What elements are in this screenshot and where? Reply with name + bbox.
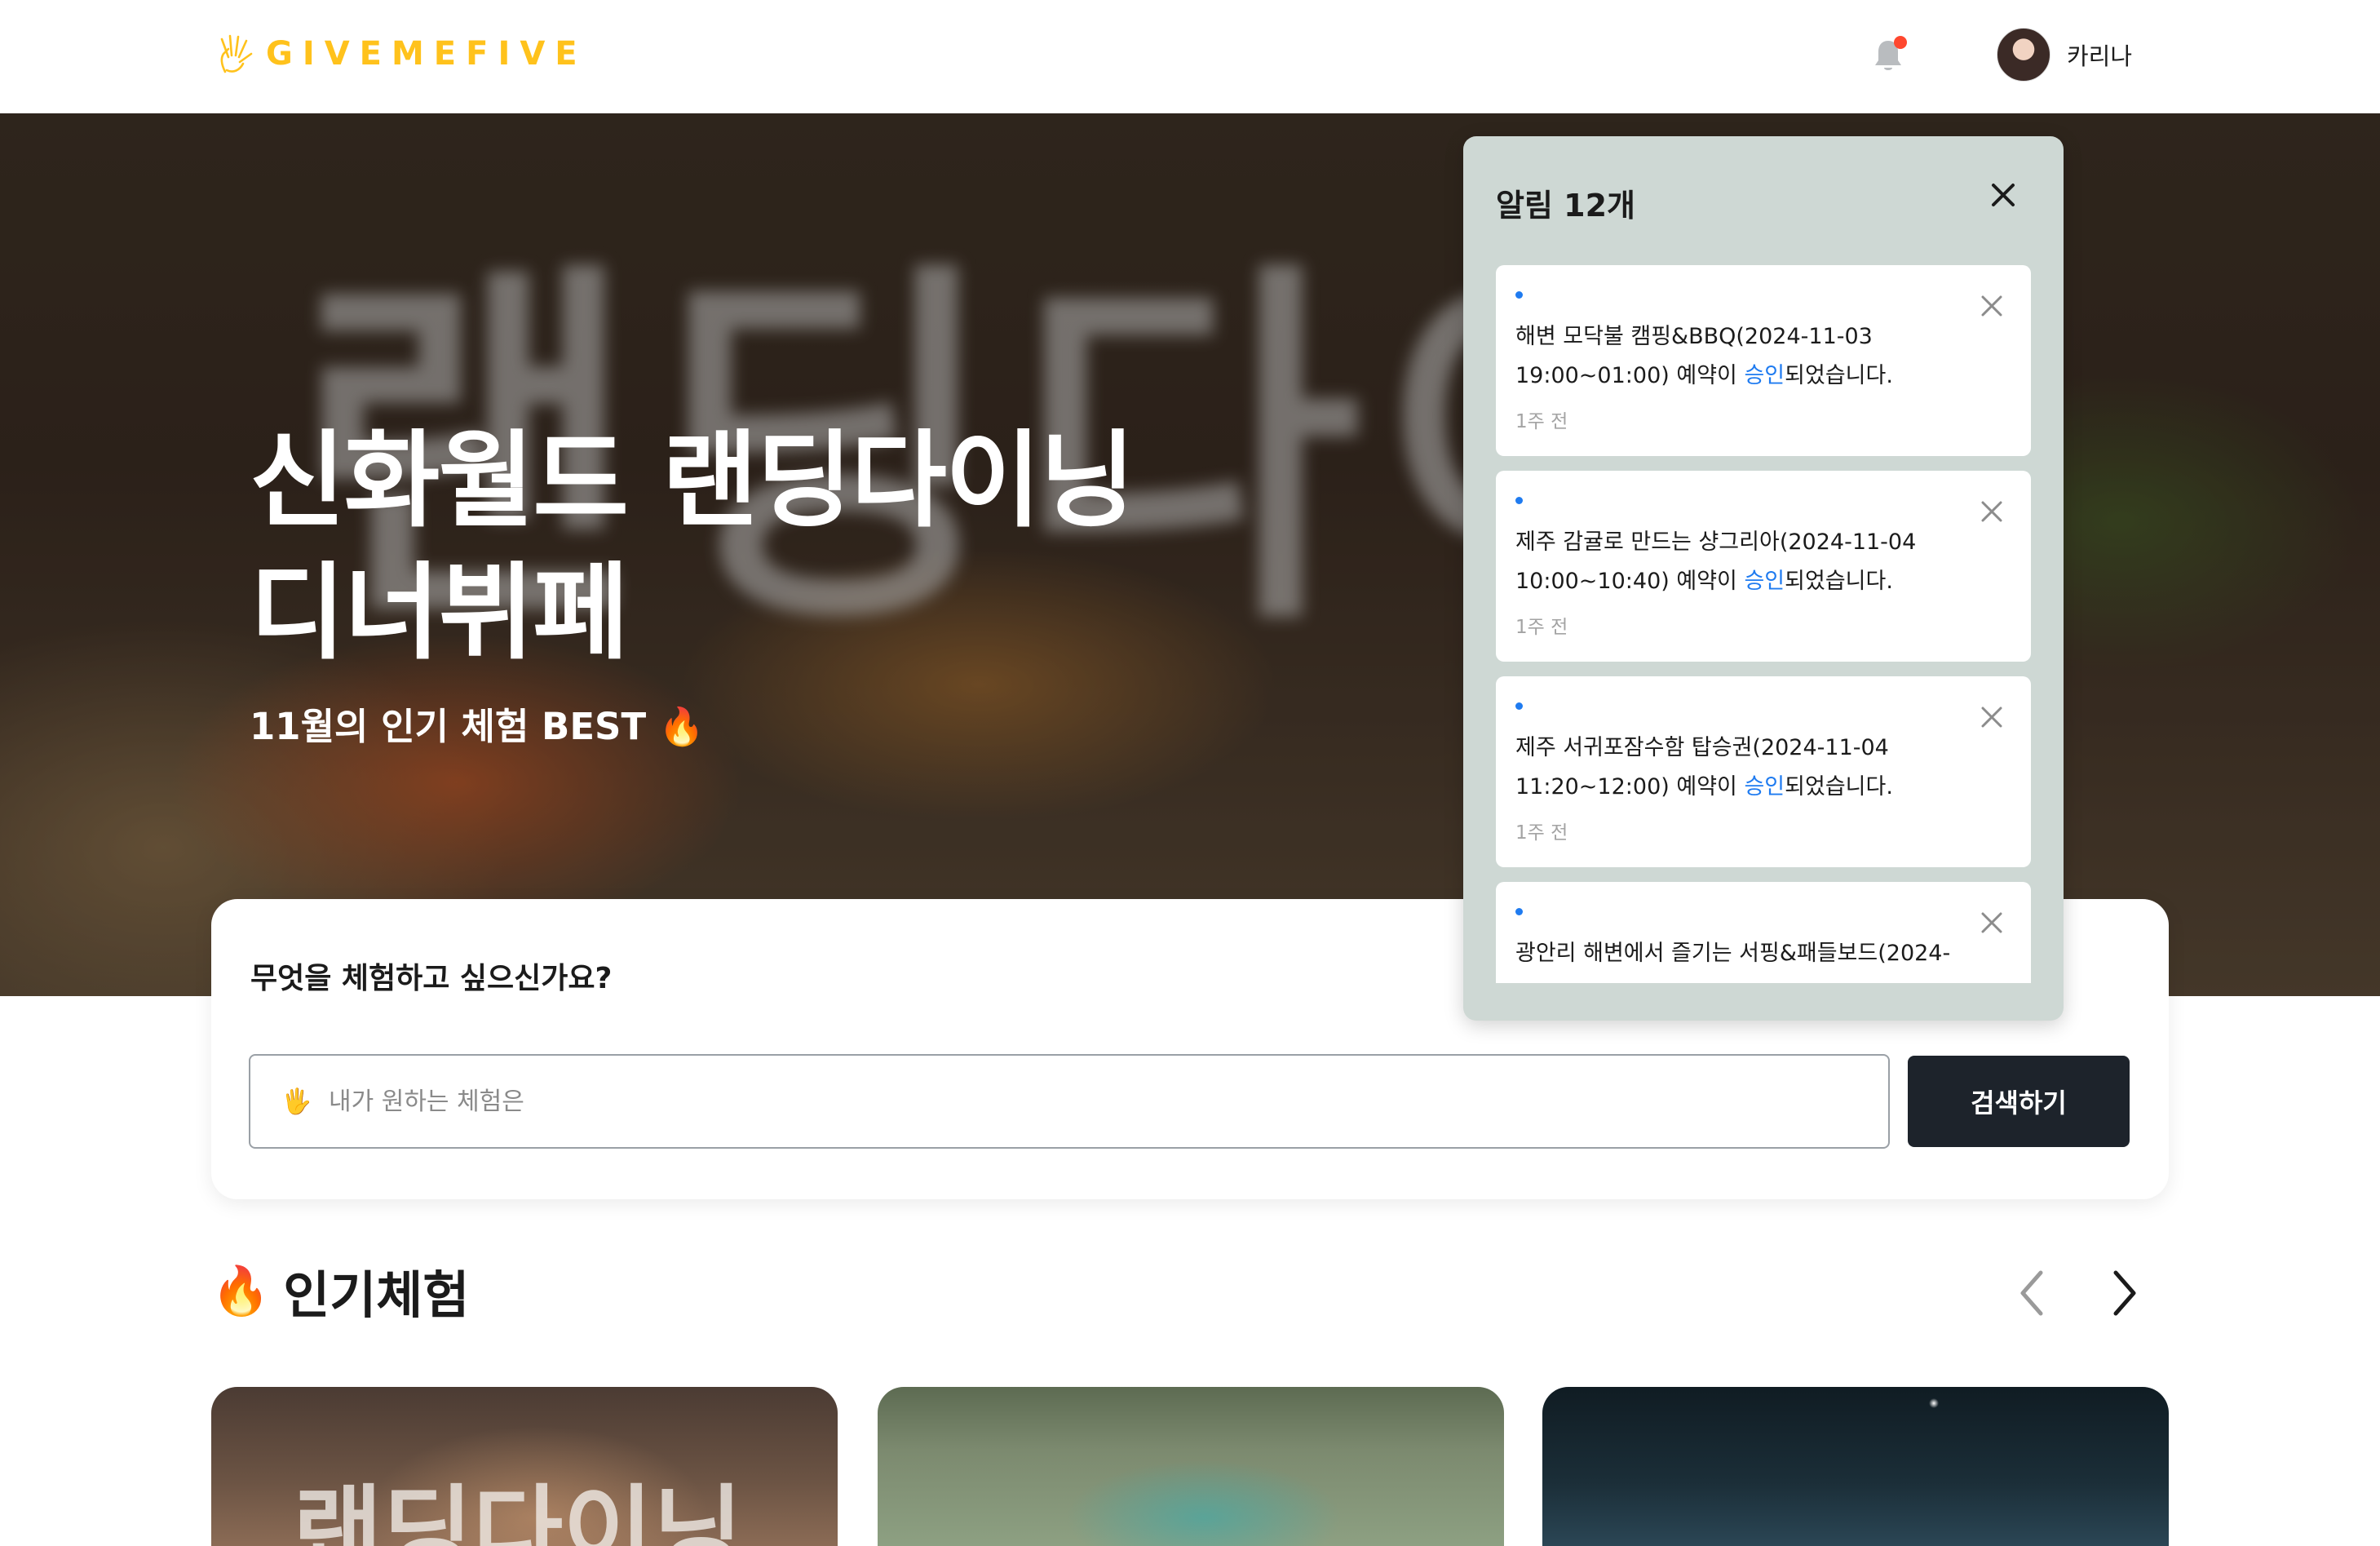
search-input[interactable]: [329, 1087, 1797, 1116]
hand-logo-icon: [220, 34, 253, 73]
user-menu[interactable]: 카리나: [1997, 28, 2132, 82]
close-icon: [1992, 184, 2015, 206]
search-button[interactable]: 검색하기: [1908, 1056, 2130, 1147]
notification-text: 제주 감귤로 만드는 샹그리아(2024-11-04: [1515, 529, 1917, 555]
notification-text: 되었습니다.: [1785, 569, 1893, 594]
notification-panel-close-button[interactable]: [1985, 177, 2021, 213]
notification-message: 제주 서귀포잠수함 탑승권(2024-11-04 11:20~12:00) 예약…: [1515, 729, 1972, 807]
notification-time: 1주 전: [1515, 822, 1568, 844]
search-question: 무엇을 체험하고 싶으신가요?: [250, 962, 613, 995]
notification-message: 제주 감귤로 만드는 샹그리아(2024-11-04 10:00~10:40) …: [1515, 523, 1972, 601]
notification-item[interactable]: 제주 서귀포잠수함 탑승권(2024-11-04 11:20~12:00) 예약…: [1496, 676, 2031, 867]
unread-dot: [1515, 908, 1523, 915]
user-name: 카리나: [2067, 42, 2133, 70]
notification-status: 승인: [1744, 363, 1785, 388]
fire-icon: 🔥: [211, 1262, 271, 1318]
popular-title-text: 인기체험: [283, 1265, 470, 1325]
notification-time: 1주 전: [1515, 411, 1568, 432]
chevron-right-icon: [2113, 1270, 2136, 1316]
page: GIVEMEFIVE 카리나 랜딩다이 신화월드 랜딩다이닝 디너뷔페 11월의…: [0, 0, 2380, 1546]
notification-message: 광안리 해변에서 즐기는 서핑&패들보드(2024-11-: [1515, 934, 1972, 983]
notification-panel: 알림 12개 해변 모닥불 캠핑&BBQ(2024-11-03 19:00~01…: [1463, 136, 2064, 1021]
hero-subtitle: 11월의 인기 체험 BEST 🔥: [250, 705, 705, 748]
unread-dot: [1515, 497, 1523, 504]
close-icon: [1981, 912, 2002, 933]
close-icon: [1981, 707, 2002, 728]
notification-text: 제주 서귀포잠수함 탑승권(2024-11-04: [1515, 735, 1889, 760]
carousel-next-button[interactable]: [2099, 1265, 2148, 1322]
notification-dismiss-button[interactable]: [1977, 702, 2006, 732]
avatar: [1997, 28, 2050, 82]
notification-text: 19:00~01:00) 예약이: [1515, 363, 1745, 388]
header: GIVEMEFIVE 카리나: [0, 0, 2380, 113]
notification-text: 광안리 해변에서 즐기는 서핑&패들보드(2024-11-: [1515, 941, 1951, 983]
hero-title-line1: 신화월드 랜딩다이닝: [250, 420, 1135, 542]
notification-item[interactable]: 광안리 해변에서 즐기는 서핑&패들보드(2024-11-: [1496, 882, 2031, 983]
hero-title-line2: 디너뷔페: [250, 552, 629, 674]
unread-dot: [1515, 702, 1523, 710]
notification-message: 해변 모닥불 캠핑&BBQ(2024-11-03 19:00~01:00) 예약…: [1515, 317, 1972, 396]
hero-title: 신화월드 랜딩다이닝 디너뷔페: [250, 415, 1310, 680]
notification-bell-button[interactable]: [1874, 36, 1907, 73]
notification-text: 10:00~10:40) 예약이: [1515, 569, 1745, 594]
notification-text: 해변 모닥불 캠핑&BBQ(2024-11-03: [1515, 324, 1873, 349]
notification-status: 승인: [1744, 569, 1785, 594]
notification-item[interactable]: 제주 감귤로 만드는 샹그리아(2024-11-04 10:00~10:40) …: [1496, 471, 2031, 662]
experience-card[interactable]: 랜딩다이닝: [211, 1387, 838, 1546]
experience-card[interactable]: [878, 1387, 1504, 1546]
card-image-text: 랜딩다이닝: [293, 1476, 743, 1546]
notification-item[interactable]: 해변 모닥불 캠핑&BBQ(2024-11-03 19:00~01:00) 예약…: [1496, 265, 2031, 456]
logo[interactable]: GIVEMEFIVE: [214, 31, 587, 77]
notification-panel-title: 알림 12개: [1496, 188, 1635, 224]
carousel-prev-button[interactable]: [2008, 1265, 2057, 1322]
notification-text: 11:20~12:00) 예약이: [1515, 774, 1745, 800]
logo-text: GIVEMEFIVE: [266, 35, 587, 73]
close-icon: [1981, 501, 2002, 522]
experience-card[interactable]: [1542, 1387, 2169, 1546]
unread-dot: [1515, 291, 1523, 299]
hand-emoji-icon: 🖐: [281, 1087, 312, 1116]
notification-text: 되었습니다.: [1785, 774, 1893, 800]
notification-badge: [1894, 36, 1907, 49]
search-box[interactable]: 🖐: [249, 1054, 1890, 1149]
notification-dismiss-button[interactable]: [1977, 291, 2006, 321]
notification-text: 되었습니다.: [1785, 363, 1893, 388]
notification-time: 1주 전: [1515, 617, 1568, 638]
notification-list[interactable]: 해변 모닥불 캠핑&BBQ(2024-11-03 19:00~01:00) 예약…: [1496, 265, 2031, 983]
close-icon: [1981, 295, 2002, 317]
notification-status: 승인: [1744, 774, 1785, 800]
chevron-left-icon: [2020, 1270, 2043, 1316]
notification-dismiss-button[interactable]: [1977, 497, 2006, 526]
notification-dismiss-button[interactable]: [1977, 908, 2006, 937]
popular-section-title: 🔥 인기체험: [211, 1258, 469, 1326]
